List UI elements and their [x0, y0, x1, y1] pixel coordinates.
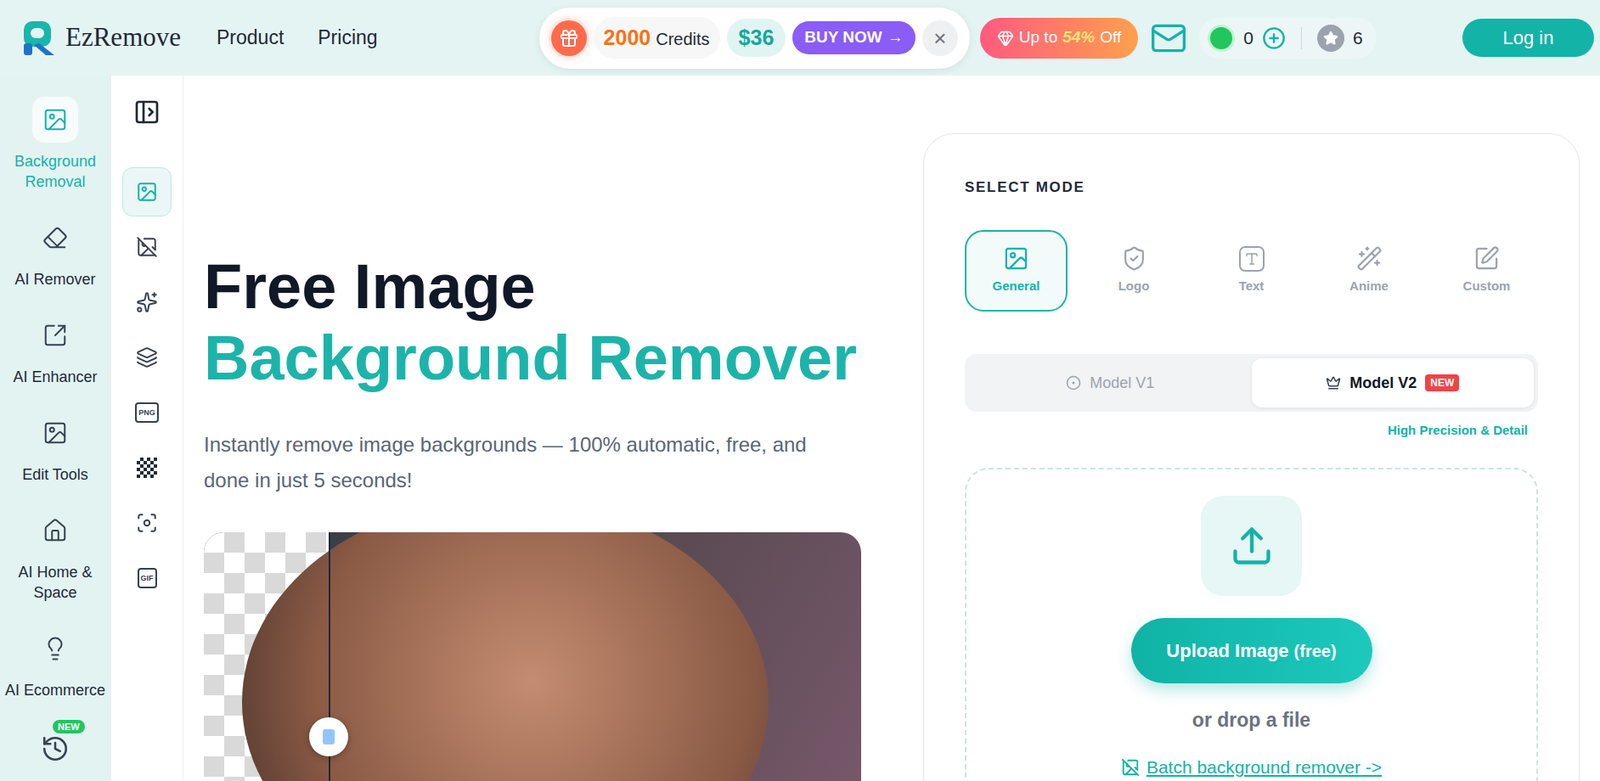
tool-item[interactable] — [122, 332, 172, 383]
upload-card: SELECT MODE GeneralLogoTextAnimeCustom Mod… — [923, 133, 1580, 781]
text-mode-icon — [1239, 246, 1265, 272]
main-nav: Product Pricing — [216, 22, 378, 53]
checker-icon — [136, 457, 158, 479]
main-sidebar: Background Removal AI Remover AI Enhancer E… — [0, 75, 111, 781]
tool-icon — [135, 291, 158, 314]
credits-tag: 2000Credits — [593, 16, 721, 60]
model-note: High Precision & Detail — [1387, 422, 1539, 440]
compare-handle[interactable] — [309, 717, 349, 757]
discount-pill[interactable]: Up to54%Off — [980, 17, 1139, 59]
upload-icon-box — [1200, 495, 1302, 597]
hero-subtitle: Instantly remove image backgrounds — 100… — [203, 427, 837, 499]
select-mode-label: SELECT MODE — [964, 177, 1539, 198]
sidebar-item[interactable]: AI Remover — [0, 214, 111, 290]
tool-icon — [42, 636, 68, 662]
body: Background Removal AI Remover AI Enhancer E… — [0, 75, 1600, 781]
mode-icon — [1356, 245, 1383, 272]
star-count: 6 — [1352, 24, 1369, 52]
model-tab[interactable]: Model V1 — [969, 358, 1252, 408]
panel-icon — [133, 98, 161, 126]
add-coins-icon[interactable] — [1261, 26, 1286, 51]
tool-item[interactable] — [122, 222, 172, 272]
hero: Free ImageBackground Remover Instantly re… — [203, 75, 862, 781]
buy-now-button[interactable]: BUY NOW→ — [792, 21, 915, 55]
upload-dropzone[interactable]: Upload Image(free) or drop a file Batch ba… — [964, 467, 1539, 781]
promo-pill: 2000Credits$36BUY NOW→× — [539, 7, 970, 69]
mode-icon — [1002, 245, 1030, 272]
logo-icon — [20, 17, 62, 59]
tool-icon — [135, 346, 158, 369]
tool-icon — [42, 107, 68, 133]
gift-icon — [551, 20, 587, 57]
main-content: Free ImageBackground Remover Instantly re… — [183, 75, 1600, 781]
gift-icon — [558, 28, 580, 49]
mode-icon — [1473, 245, 1500, 272]
balance-group: 06 — [1199, 17, 1376, 59]
upload-icon — [1229, 523, 1274, 569]
mode-button[interactable]: Text — [1200, 230, 1303, 312]
price-tag: $36 — [726, 18, 787, 58]
model-toggle: Model V1Model V2NEW — [964, 354, 1539, 412]
tool-icon — [42, 518, 68, 544]
new-badge: NEW — [1425, 374, 1460, 392]
batch-icon — [1121, 758, 1140, 778]
tool-item[interactable] — [122, 167, 172, 217]
tool-icon — [42, 420, 68, 446]
mode-button[interactable]: Logo — [1082, 230, 1186, 312]
sidebar-item[interactable]: AI Ecommerce — [0, 625, 111, 701]
tool-icon — [135, 180, 158, 203]
tool-icon — [135, 236, 158, 259]
login-button[interactable]: Log in — [1462, 18, 1595, 57]
batch-link[interactable]: Batch background remover -> — [1121, 756, 1382, 779]
file-type-icon: GIF — [137, 568, 158, 589]
top-header: EzRemove Product Pricing 2000Credits$36BUY … — [0, 0, 1600, 76]
tool-icon — [42, 322, 68, 349]
tool-item[interactable] — [122, 498, 172, 548]
sidebar-item[interactable]: Edit Tools — [0, 410, 111, 485]
drop-hint: or drop a file — [1192, 707, 1311, 733]
coin-icon — [1207, 24, 1235, 52]
hero-title: Free ImageBackground Remover — [203, 251, 862, 395]
sidebar-item[interactable]: Background Removal — [0, 96, 111, 192]
file-type-icon: PNG — [135, 402, 159, 423]
diamond-icon — [997, 29, 1015, 47]
logo[interactable]: EzRemove — [20, 17, 181, 59]
close-promo-button[interactable]: × — [922, 20, 958, 57]
mode-button[interactable]: General — [964, 230, 1068, 312]
sidebar-item[interactable]: AI Home & Space — [0, 507, 111, 603]
mode-button[interactable]: Custom — [1435, 230, 1539, 312]
model-tab[interactable]: Model V2NEW — [1251, 358, 1535, 408]
mode-list: GeneralLogoTextAnimeCustom — [964, 230, 1539, 312]
toggle-panel-button[interactable] — [122, 87, 172, 137]
tool-column: PNG GIF — [110, 75, 184, 781]
sidebar-item[interactable]: AI Enhancer — [0, 312, 111, 388]
star-coin-icon — [1317, 24, 1345, 52]
coin-count: 0 — [1243, 24, 1254, 52]
comparison-image[interactable] — [203, 532, 862, 781]
divider — [1301, 27, 1302, 50]
tool-item[interactable]: PNG — [122, 388, 172, 438]
upload-button[interactable]: Upload Image(free) — [1131, 618, 1373, 684]
nav-link[interactable]: Pricing — [317, 22, 378, 53]
mail-icon[interactable] — [1149, 19, 1188, 57]
history-icon — [40, 734, 70, 764]
history-button[interactable]: NEW — [32, 730, 79, 768]
tool-item[interactable]: GIF — [122, 553, 172, 603]
page: EzRemove Product Pricing 2000Credits$36BUY … — [0, 0, 1600, 781]
model-icon — [1325, 375, 1341, 391]
model-icon — [1065, 375, 1082, 391]
new-badge: NEW — [52, 720, 85, 734]
mode-icon — [1121, 245, 1148, 272]
mode-button[interactable]: Anime — [1318, 230, 1421, 312]
nav-link[interactable]: Product — [216, 22, 284, 53]
tool-item[interactable] — [122, 443, 172, 493]
star-icon — [1323, 30, 1339, 46]
tool-item[interactable] — [122, 277, 172, 327]
tool-icon — [135, 512, 158, 535]
tool-icon — [42, 225, 68, 251]
type-icon — [1244, 251, 1260, 267]
